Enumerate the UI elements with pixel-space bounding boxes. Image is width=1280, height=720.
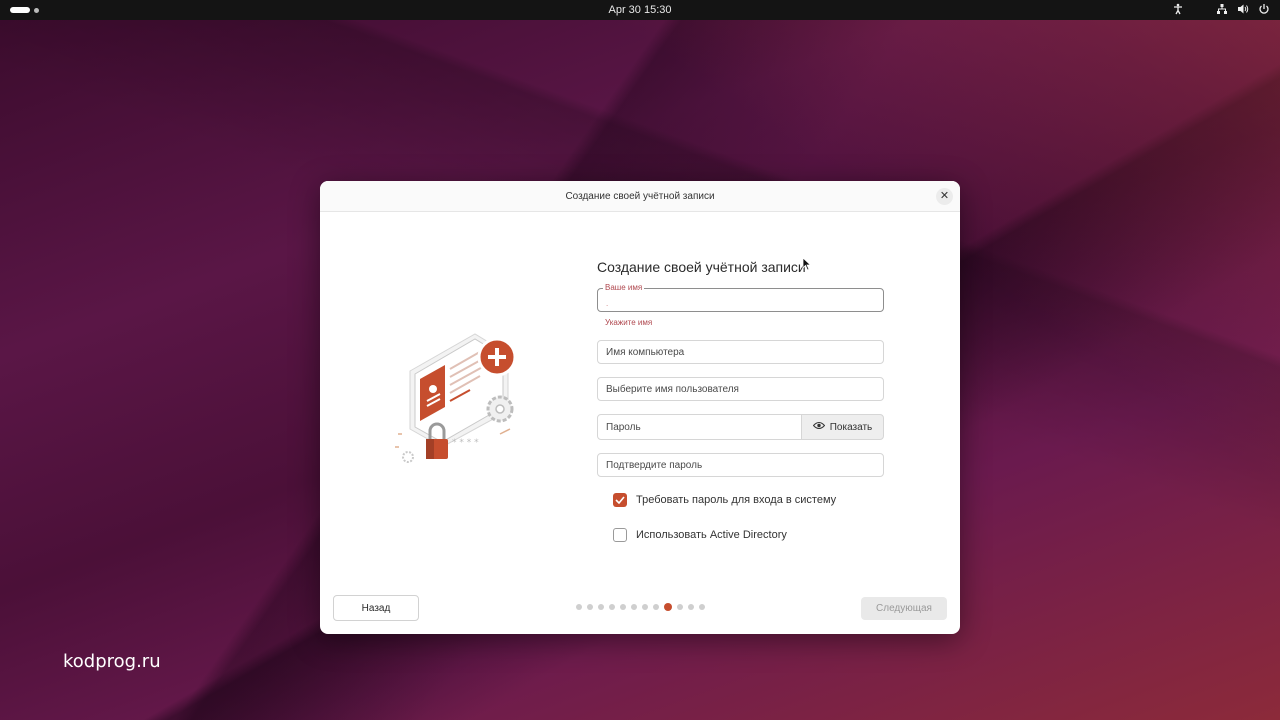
step-dot	[576, 604, 582, 610]
show-password-button[interactable]: Показать	[801, 414, 884, 440]
step-dot	[688, 604, 694, 610]
accessibility-icon[interactable]	[1172, 3, 1184, 15]
dialog-header: Создание своей учётной записи ✕	[320, 181, 960, 212]
power-icon[interactable]	[1258, 3, 1270, 15]
text-cursor: .	[606, 299, 609, 308]
network-icon[interactable]	[1216, 3, 1228, 15]
active-directory-label: Использовать Active Directory	[636, 529, 787, 541]
close-icon: ✕	[939, 190, 950, 202]
require-password-checkbox[interactable]	[613, 493, 627, 507]
step-dot	[631, 604, 637, 610]
watermark: kodprog.ru	[63, 651, 161, 672]
confirm-password-field[interactable]: Подтвердите пароль	[597, 453, 884, 477]
require-password-label: Требовать пароль для входа в систему	[636, 494, 837, 506]
account-setup-dialog: Создание своей учётной записи ✕ * * * * …	[320, 181, 960, 634]
computer-name-placeholder: Имя компьютера	[606, 347, 685, 358]
active-directory-option[interactable]: Использовать Active Directory	[613, 528, 787, 542]
dialog-title: Создание своей учётной записи	[565, 191, 715, 202]
step-dot	[699, 604, 705, 610]
name-field[interactable]: Ваше имя .	[597, 283, 884, 312]
require-password-option[interactable]: Требовать пароль для входа в систему	[613, 493, 836, 507]
eye-icon	[812, 421, 825, 433]
clock[interactable]: Apr 30 15:30	[0, 4, 1280, 16]
name-field-label: Ваше имя	[603, 283, 645, 292]
step-dot	[620, 604, 626, 610]
volume-icon[interactable]	[1237, 3, 1249, 15]
name-error: Укажите имя	[605, 318, 653, 327]
checkmark-icon	[615, 496, 625, 504]
step-indicator	[576, 603, 705, 611]
username-field[interactable]: Выберите имя пользователя	[597, 377, 884, 401]
step-dot-active	[664, 603, 672, 611]
system-tray[interactable]	[1172, 3, 1270, 15]
computer-name-field[interactable]: Имя компьютера	[597, 340, 884, 364]
account-illustration: * * * *	[390, 329, 540, 479]
password-placeholder: Пароль	[606, 422, 641, 433]
close-button[interactable]: ✕	[936, 188, 953, 205]
password-field[interactable]: Пароль	[597, 414, 802, 440]
step-dot	[609, 604, 615, 610]
confirm-password-placeholder: Подтвердите пароль	[606, 460, 703, 471]
back-button[interactable]: Назад	[333, 595, 419, 621]
show-password-label: Показать	[829, 421, 873, 433]
username-placeholder: Выберите имя пользователя	[606, 384, 739, 395]
next-button[interactable]: Следующая	[861, 597, 947, 620]
step-dot	[677, 604, 683, 610]
form-heading: Создание своей учётной записи	[597, 259, 806, 275]
top-bar: Apr 30 15:30	[0, 0, 1280, 20]
step-dot	[642, 604, 648, 610]
step-dot	[653, 604, 659, 610]
svg-text:* * * *: * * * *	[452, 438, 479, 448]
active-directory-checkbox[interactable]	[613, 528, 627, 542]
step-dot	[598, 604, 604, 610]
step-dot	[587, 604, 593, 610]
mouse-pointer	[802, 257, 812, 276]
